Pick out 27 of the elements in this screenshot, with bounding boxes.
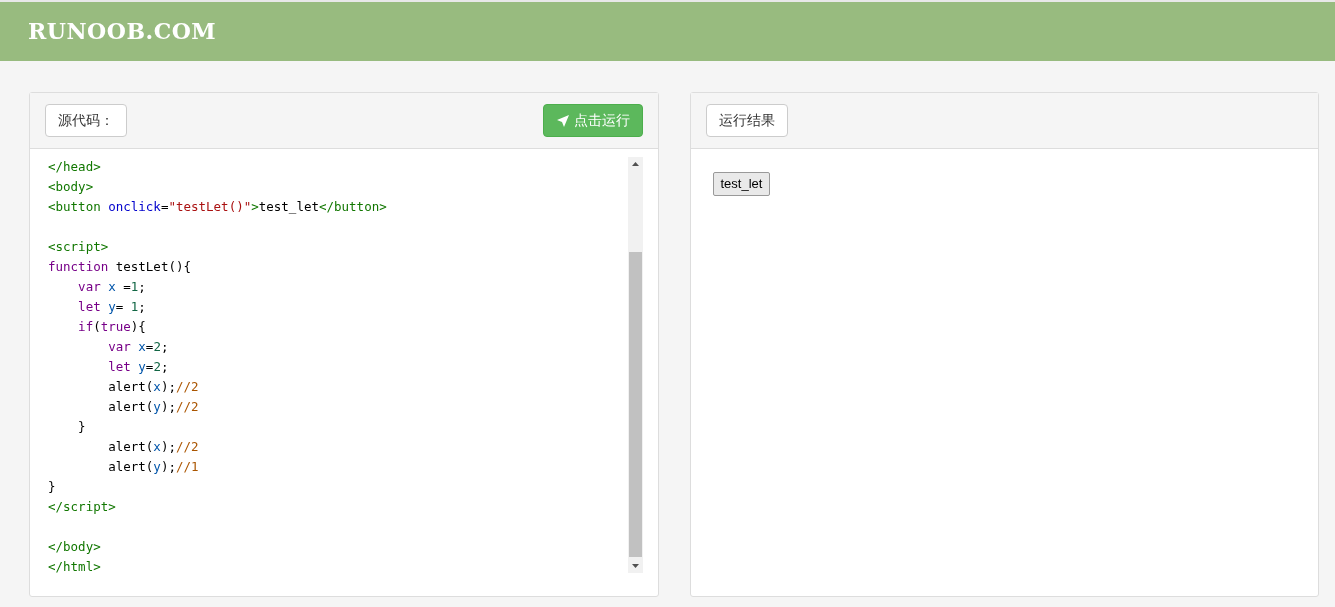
paper-plane-icon: [555, 113, 570, 128]
code-line: function testLet(){: [48, 258, 191, 276]
code-line: }: [48, 478, 56, 496]
code-line: </head>: [48, 158, 101, 176]
source-code-label: 源代码：: [45, 104, 127, 137]
site-logo[interactable]: RUNOOB.COM: [28, 15, 217, 48]
scrollbar-thumb[interactable]: [628, 252, 642, 557]
code-line: if(true){: [77, 318, 146, 336]
code-line: let y= 1;: [77, 298, 146, 316]
code-line: </html>: [48, 558, 101, 576]
code-line: <script>: [48, 238, 109, 256]
code-line: let y=2;: [107, 358, 169, 376]
code-line: alert(x);//2: [107, 438, 199, 456]
result-label: 运行结果: [705, 104, 788, 137]
scrollbar[interactable]: [627, 157, 643, 573]
code-line: alert(y);//2: [107, 398, 199, 416]
code-line: alert(x);//2: [107, 378, 199, 396]
code-line: alert(y);//1: [107, 458, 199, 476]
code-line: var x=2;: [107, 338, 169, 356]
code-line: <body>: [48, 178, 94, 196]
code-line: </body>: [48, 538, 101, 556]
code-line: </script>: [48, 498, 116, 516]
test-let-button[interactable]: test_let: [712, 172, 771, 196]
code-line: }: [77, 418, 86, 436]
code-line: var x =1;: [77, 278, 146, 296]
code-line: <button onclick="testLet()">test_let</button>: [48, 198, 387, 216]
run-button[interactable]: 点击运行: [542, 104, 643, 137]
